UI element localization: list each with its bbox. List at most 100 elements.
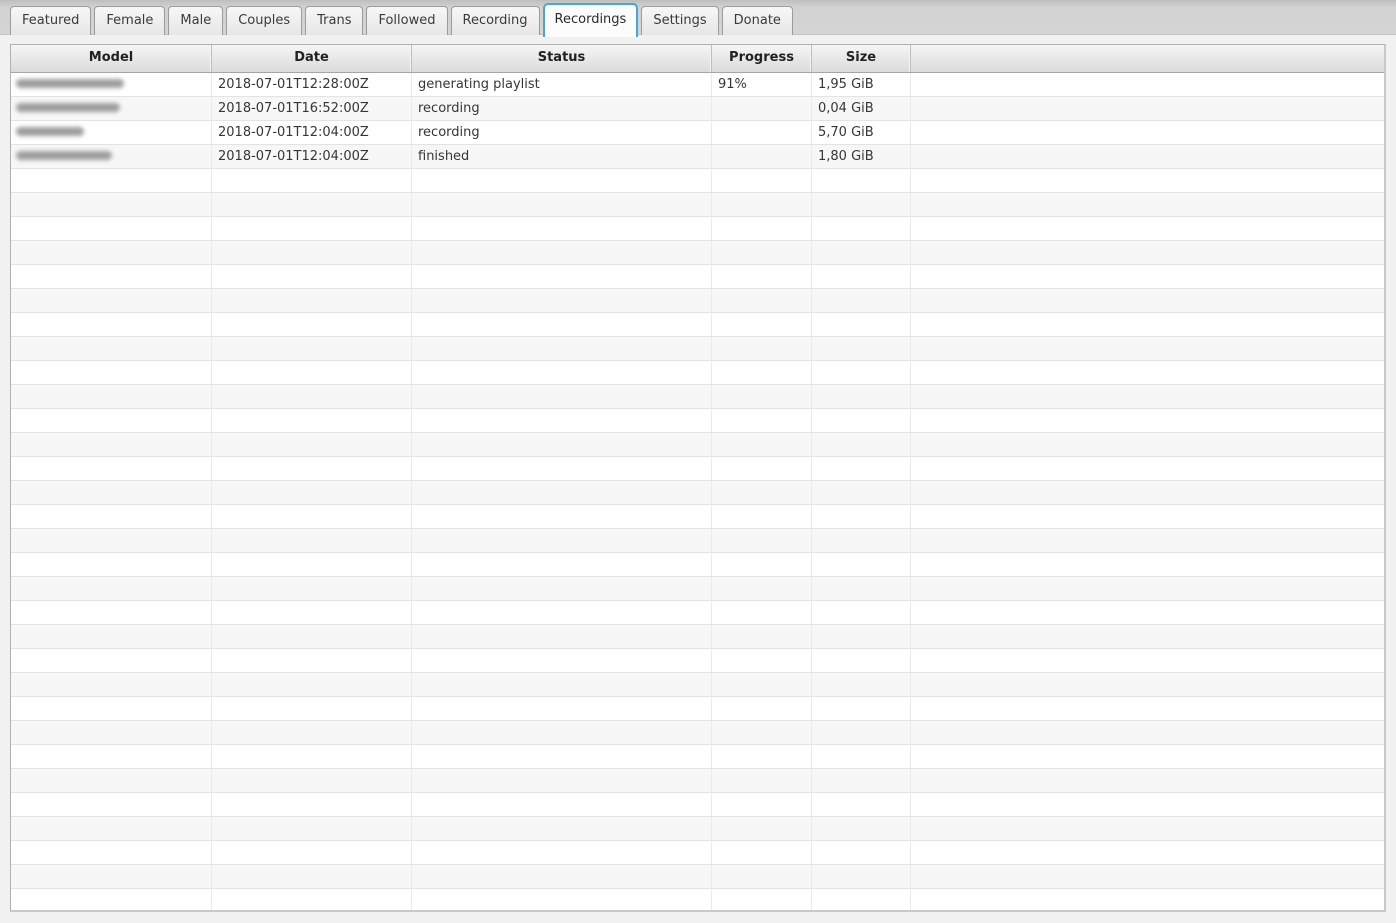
cell-size (812, 217, 911, 241)
table-row[interactable]: 2018-07-01T12:04:00Z recording 5,70 GiB (11, 121, 1384, 145)
table-row-empty (11, 361, 1384, 385)
cell-model (11, 457, 212, 481)
tab-recording[interactable]: Recording (450, 6, 540, 35)
tab-male[interactable]: Male (168, 6, 224, 35)
tab-donate[interactable]: Donate (721, 6, 793, 35)
cell-filler (911, 745, 1384, 769)
cell-date (212, 169, 412, 193)
table-row-empty (11, 793, 1384, 817)
cell-model (11, 841, 212, 865)
cell-model (11, 673, 212, 697)
tab-featured[interactable]: Featured (10, 6, 92, 35)
cell-progress (712, 121, 812, 145)
cell-size (812, 673, 911, 697)
cell-status (412, 169, 712, 193)
header-cell-progress[interactable]: Progress (712, 45, 812, 72)
table-row-empty (11, 721, 1384, 745)
cell-model (11, 217, 212, 241)
cell-date: 2018-07-01T16:52:00Z (212, 97, 412, 121)
cell-model (11, 817, 212, 841)
cell-model (11, 865, 212, 889)
cell-filler (911, 457, 1384, 481)
table-row-empty (11, 457, 1384, 481)
cell-progress (712, 505, 812, 529)
table-row[interactable]: 2018-07-01T16:52:00Z recording 0,04 GiB (11, 97, 1384, 121)
cell-date (212, 577, 412, 601)
tab-recordings[interactable]: Recordings (542, 3, 639, 37)
table-row-empty (11, 577, 1384, 601)
cell-filler (911, 625, 1384, 649)
cell-date (212, 745, 412, 769)
cell-size (812, 481, 911, 505)
cell-status (412, 649, 712, 673)
censored-model-name (16, 151, 112, 160)
cell-filler (911, 217, 1384, 241)
tab-followed[interactable]: Followed (366, 6, 448, 35)
header-cell-date[interactable]: Date (212, 45, 412, 72)
cell-model (11, 793, 212, 817)
cell-progress (712, 457, 812, 481)
tab-female[interactable]: Female (94, 6, 166, 35)
cell-progress (712, 193, 812, 217)
table-row-empty (11, 217, 1384, 241)
cell-model (11, 625, 212, 649)
cell-date (212, 385, 412, 409)
header-cell-model[interactable]: Model (11, 45, 212, 72)
recordings-table: Model Date Status Progress Size 2018-07-01T1… (10, 44, 1386, 912)
cell-filler (911, 505, 1384, 529)
header-cell-blank (911, 45, 1384, 72)
cell-date (212, 217, 412, 241)
cell-date (212, 457, 412, 481)
cell-status (412, 289, 712, 313)
header-cell-status[interactable]: Status (412, 45, 712, 72)
cell-progress (712, 601, 812, 625)
cell-date (212, 769, 412, 793)
cell-progress (712, 721, 812, 745)
cell-model (11, 481, 212, 505)
cell-date (212, 505, 412, 529)
cell-filler (911, 865, 1384, 889)
tab-couples[interactable]: Couples (226, 6, 303, 35)
cell-size (812, 553, 911, 577)
app-window: Featured Female Male Couples Trans Followed Re… (0, 0, 1396, 923)
cell-status (412, 265, 712, 289)
cell-size (812, 625, 911, 649)
cell-status: generating playlist (412, 73, 712, 97)
tab-trans[interactable]: Trans (305, 6, 364, 35)
table-row-empty (11, 169, 1384, 193)
cell-progress (712, 673, 812, 697)
cell-progress (712, 241, 812, 265)
cell-size (812, 745, 911, 769)
cell-status (412, 529, 712, 553)
cell-size (812, 793, 911, 817)
cell-status (412, 601, 712, 625)
table-row-empty (11, 337, 1384, 361)
cell-model (11, 601, 212, 625)
cell-filler (911, 553, 1384, 577)
cell-size (812, 433, 911, 457)
table-row[interactable]: 2018-07-01T12:28:00Z generating playlist 9… (11, 73, 1384, 97)
cell-filler (911, 169, 1384, 193)
cell-filler (911, 97, 1384, 121)
cell-status (412, 625, 712, 649)
tab-settings[interactable]: Settings (641, 6, 719, 35)
cell-model (11, 433, 212, 457)
cell-status (412, 193, 712, 217)
cell-model (11, 409, 212, 433)
cell-filler (911, 289, 1384, 313)
cell-size (812, 841, 911, 865)
cell-status (412, 553, 712, 577)
censored-model-name (16, 103, 120, 112)
cell-progress (712, 697, 812, 721)
cell-size (812, 577, 911, 601)
cell-status (412, 217, 712, 241)
cell-date: 2018-07-01T12:28:00Z (212, 73, 412, 97)
cell-status (412, 313, 712, 337)
cell-date (212, 865, 412, 889)
table-row[interactable]: 2018-07-01T12:04:00Z finished 1,80 GiB (11, 145, 1384, 169)
header-cell-size[interactable]: Size (812, 45, 911, 72)
cell-filler (911, 73, 1384, 97)
cell-model (11, 577, 212, 601)
cell-size: 1,80 GiB (812, 145, 911, 169)
table-body: 2018-07-01T12:28:00Z generating playlist 9… (11, 73, 1384, 910)
